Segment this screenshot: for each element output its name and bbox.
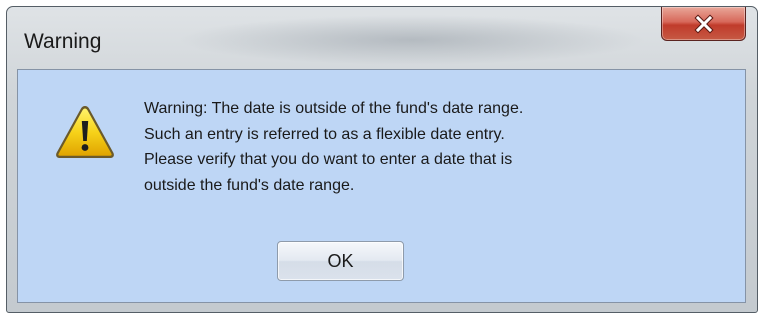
warning-icon <box>56 106 114 158</box>
title-bar[interactable]: Warning <box>7 7 757 69</box>
ok-button[interactable]: OK <box>277 241 404 281</box>
dialog-content: Warning: The date is outside of the fund… <box>17 69 746 303</box>
window-title: Warning <box>24 30 102 53</box>
close-icon <box>693 13 714 34</box>
warning-message: Warning: The date is outside of the fund… <box>144 96 704 198</box>
close-button[interactable] <box>661 7 746 41</box>
message-line: outside the fund's date range. <box>144 176 355 194</box>
message-line: Please verify that you do want to enter … <box>144 151 513 168</box>
message-line: Such an entry is referred to as a flexib… <box>144 125 505 143</box>
warning-dialog-window: Warning Warning: The date is outside of … <box>6 6 758 313</box>
message-line: Warning: The date is outside of the fund… <box>144 100 524 117</box>
